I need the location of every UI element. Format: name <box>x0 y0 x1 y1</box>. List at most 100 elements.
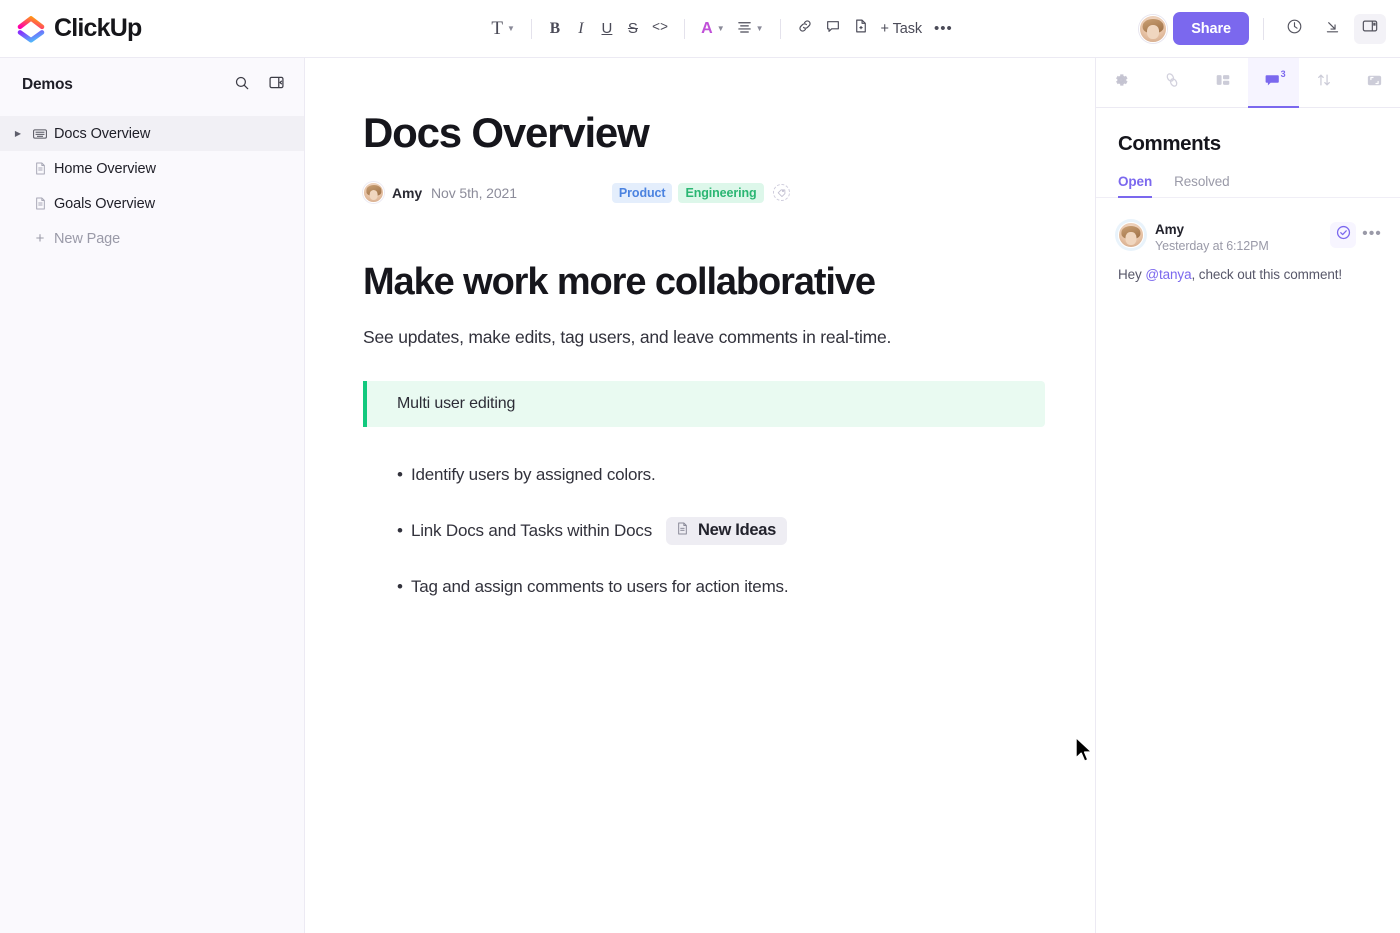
callout-block[interactable]: Multi user editing <box>363 380 1045 427</box>
header-actions: Share <box>1139 12 1400 45</box>
doc-link-new-ideas[interactable]: New Ideas <box>666 516 788 545</box>
comment-author-block: Amy Yesterday at 6:12PM <box>1155 222 1330 253</box>
doc-book-icon <box>26 126 54 142</box>
tab-open-comments[interactable]: Open <box>1118 174 1153 198</box>
comments-title: Comments <box>1118 132 1221 155</box>
tab-resolved-comments[interactable]: Resolved <box>1174 174 1230 197</box>
strikethrough-button[interactable]: S <box>620 14 646 44</box>
italic-button[interactable]: I <box>568 14 594 44</box>
align-button[interactable]: ▼ <box>731 14 770 44</box>
sidebar-search-button[interactable] <box>230 73 254 97</box>
bullet-list: • Identify users by assigned colors. • L… <box>363 465 1065 597</box>
comment-timestamp: Yesterday at 6:12PM <box>1155 239 1269 253</box>
toolbar-divider <box>684 18 686 39</box>
insert-link-button[interactable] <box>791 14 819 44</box>
underline-button[interactable]: U <box>594 14 620 44</box>
history-button[interactable] <box>1278 14 1310 44</box>
tag-product[interactable]: Product <box>611 182 673 203</box>
more-options-button[interactable]: ••• <box>928 14 959 44</box>
download-button[interactable] <box>1316 14 1348 44</box>
document-canvas: Docs Overview Amy Nov 5th, 2021 Product … <box>305 58 1095 933</box>
list-item[interactable]: • Tag and assign comments to users for a… <box>397 577 1065 597</box>
right-panel-tabs: 3 <box>1096 58 1400 108</box>
clickup-docs-app: ClickUp T ▼ B I U S <> A ▼ ▼ + Task ••• … <box>0 0 1400 933</box>
tab-comments[interactable]: 3 <box>1248 58 1299 108</box>
expand-arrow-icon[interactable]: ▶ <box>10 129 26 138</box>
layout-grid-icon <box>1214 71 1232 94</box>
tab-settings[interactable] <box>1096 58 1147 107</box>
sidebar-item-label: Docs Overview <box>54 125 151 142</box>
insert-doc-icon <box>853 18 869 39</box>
sidebar-new-page-label: New Page <box>54 230 121 247</box>
comment-more-options[interactable]: ••• <box>1360 222 1384 246</box>
sidebar-new-page-button[interactable]: + New Page <box>0 221 304 256</box>
mouse-pointer <box>1074 736 1095 771</box>
list-item[interactable]: • Link Docs and Tasks within Docs New Id… <box>397 516 1065 545</box>
comment-body: Hey @tanya, check out this comment! <box>1118 265 1384 285</box>
clickup-logo-icon <box>16 14 46 44</box>
toolbar-divider <box>530 18 532 39</box>
tag-list: Product Engineering <box>611 182 790 203</box>
page-title[interactable]: Docs Overview <box>363 109 1065 156</box>
comment-mention[interactable]: @tanya <box>1145 267 1191 282</box>
header-divider <box>1263 17 1264 40</box>
download-icon <box>1324 18 1341 40</box>
sidebar: Demos ▶ Docs Overview Home Overview Goal… <box>0 58 305 933</box>
list-item-text: Link Docs and Tasks within Docs <box>410 520 652 540</box>
tab-relationships[interactable] <box>1147 58 1198 107</box>
align-icon <box>737 19 752 39</box>
bold-button[interactable]: B <box>542 14 568 44</box>
sidebar-header: Demos <box>0 58 304 112</box>
section-heading[interactable]: Make work more collaborative <box>363 261 1065 305</box>
sidebar-title: Demos <box>22 76 73 93</box>
brand-name: ClickUp <box>54 14 142 42</box>
sidebar-item-label: Home Overview <box>54 160 156 177</box>
comment-avatar[interactable] <box>1118 222 1144 248</box>
sidebar-item-label: Goals Overview <box>54 195 155 212</box>
insert-doc-button[interactable] <box>847 14 875 44</box>
text-style-button[interactable]: T ▼ <box>485 14 521 44</box>
list-item[interactable]: • Identify users by assigned colors. <box>397 465 1065 485</box>
tab-layout[interactable] <box>1197 58 1248 107</box>
link-chain-icon <box>1163 71 1181 94</box>
chevron-down-icon: ▼ <box>716 24 725 33</box>
resolve-check-icon <box>1335 224 1352 246</box>
list-item-text: Identify users by assigned colors. <box>410 464 656 484</box>
search-icon <box>234 75 250 96</box>
add-comment-button[interactable] <box>819 14 847 44</box>
comments-filter-tabs: Open Resolved <box>1096 174 1400 198</box>
author-avatar[interactable] <box>363 182 384 204</box>
sidebar-item-home-overview[interactable]: Home Overview <box>0 151 304 186</box>
section-paragraph[interactable]: See updates, make edits, tag users, and … <box>363 327 1065 348</box>
font-color-button[interactable]: A ▼ <box>695 14 730 44</box>
document: Docs Overview Amy Nov 5th, 2021 Product … <box>305 58 1065 597</box>
doc-icon <box>675 521 690 541</box>
comment-text-suffix: , check out this comment! <box>1191 267 1343 282</box>
resolve-comment-button[interactable] <box>1330 222 1356 248</box>
tab-expand[interactable] <box>1349 58 1400 107</box>
bullet-dot-icon: • <box>397 465 403 485</box>
gear-icon <box>1112 71 1130 94</box>
add-task-button[interactable]: + Task <box>875 14 928 44</box>
doc-link-label: New Ideas <box>698 521 777 540</box>
sidebar-collapse-button[interactable] <box>264 73 288 97</box>
top-bar: ClickUp T ▼ B I U S <> A ▼ ▼ + Task ••• … <box>0 0 1400 58</box>
document-date: Nov 5th, 2021 <box>431 184 517 201</box>
brand-logo[interactable]: ClickUp <box>0 14 305 44</box>
collapse-sidebar-icon <box>268 74 285 96</box>
code-button[interactable]: <> <box>646 14 674 44</box>
toolbar-divider <box>779 18 781 39</box>
plus-icon: + <box>35 230 45 247</box>
tag-engineering[interactable]: Engineering <box>678 182 764 203</box>
toggle-right-panel-button[interactable] <box>1354 13 1386 44</box>
share-button[interactable]: Share <box>1173 12 1249 45</box>
expand-icon <box>1365 71 1384 95</box>
comments-header: Comments <box>1096 108 1400 156</box>
callout-text: Multi user editing <box>397 394 516 412</box>
tab-sort[interactable] <box>1299 58 1350 107</box>
sidebar-item-goals-overview[interactable]: Goals Overview <box>0 186 304 221</box>
add-tag-icon[interactable] <box>772 184 790 202</box>
sidebar-item-docs-overview[interactable]: ▶ Docs Overview <box>0 116 304 151</box>
editor-toolbar: T ▼ B I U S <> A ▼ ▼ + Task ••• <box>305 14 1139 44</box>
avatar[interactable] <box>1139 14 1168 43</box>
